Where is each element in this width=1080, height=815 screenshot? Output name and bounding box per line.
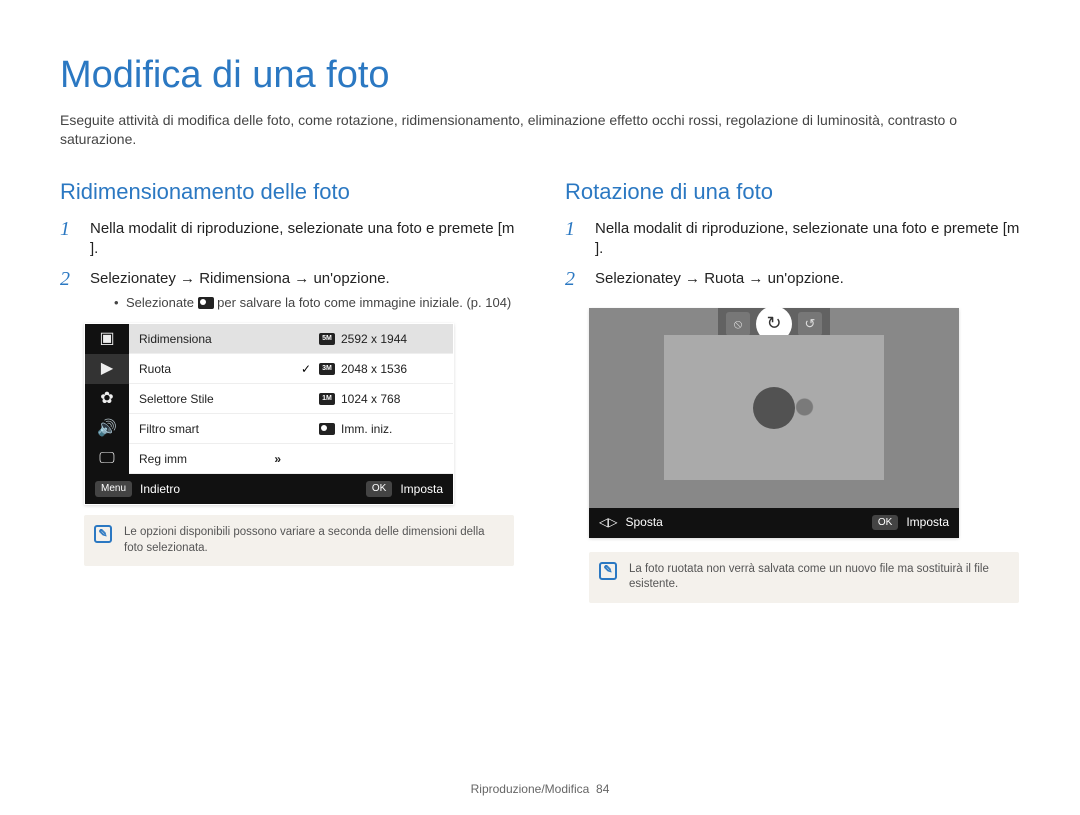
page-title: Modifica di una foto	[60, 50, 1020, 101]
sound-tab-icon: 🔊	[85, 414, 129, 444]
set-label: Imposta	[906, 514, 949, 530]
ok-tag: OK	[366, 481, 392, 497]
size-option-3m: ✓ 3M 2048 x 1536	[291, 354, 453, 384]
resize-bullet: Selezionate per salvare la foto come imm…	[114, 294, 515, 312]
camera-menu-screenshot: ▣ ▶ ✿ 🔊 🖵 Ridimensiona Ruota Selettore S…	[84, 323, 454, 505]
rotate-step-2: 2 Selezionatey → Ruota → un'opzione.	[565, 269, 1020, 289]
resize-step-1: 1 Nella modalit di riproduzione, selezio…	[60, 219, 515, 260]
camera-footer: Menu Indietro OK Imposta	[85, 474, 453, 504]
step-number: 1	[565, 219, 583, 260]
resize-section: Ridimensionamento delle foto 1 Nella mod…	[60, 177, 515, 602]
rotate-section: Rotazione di una foto 1 Nella modalit di…	[565, 177, 1020, 602]
size-option-5m: 5M 2592 x 1944	[291, 324, 453, 354]
note-icon: ✎	[599, 562, 617, 580]
step-text: Nella modalit di riproduzione, seleziona…	[595, 219, 1020, 260]
note-text: La foto ruotata non verrà salvata come u…	[629, 563, 989, 591]
menu-item-selettore-stile: Selettore Stile	[129, 384, 291, 414]
size-glyph: 5M	[319, 333, 335, 345]
camera-tab-icon: ✿	[85, 384, 129, 414]
step-text: Selezionatey → Ridimensiona → un'opzione…	[90, 269, 515, 311]
footer-section: Riproduzione/Modifica	[471, 782, 590, 796]
menu-left-col: Ridimensiona Ruota Selettore Stile Filtr…	[129, 324, 291, 474]
size-glyph: 1M	[319, 393, 335, 405]
resize-heading: Ridimensionamento delle foto	[60, 177, 515, 207]
rotate-note: ✎ La foto ruotata non verrà salvata come…	[589, 552, 1019, 603]
display-tab-icon: 🖵	[85, 444, 129, 474]
intro-text: Eseguite attività di modifica delle foto…	[60, 111, 1020, 149]
note-icon: ✎	[94, 525, 112, 543]
step-number: 2	[60, 269, 78, 311]
rotate-90ccw-icon: ↺	[798, 312, 822, 336]
step-text: Selezionatey → Ruota → un'opzione.	[595, 269, 1020, 289]
check-icon: ✓	[301, 354, 313, 384]
step-number: 1	[60, 219, 78, 260]
size-label: Imm. iniz.	[341, 414, 392, 444]
size-label: 2592 x 1944	[341, 324, 407, 354]
rotate-footer: ◁▷ Sposta OK Imposta	[589, 508, 959, 538]
size-label: 2048 x 1536	[341, 354, 407, 384]
movie-tab-icon: ▶	[85, 354, 129, 384]
camera-icon	[319, 423, 335, 435]
size-glyph: 3M	[319, 363, 335, 375]
note-text: Le opzioni disponibili possono variare a…	[124, 526, 485, 554]
menu-item-ruota: Ruota	[129, 354, 291, 384]
page-footer: Riproduzione/Modifica 84	[0, 781, 1080, 797]
menu-right-col: 5M 2592 x 1944 ✓ 3M 2048 x 1536 1M 1024 …	[291, 324, 453, 474]
back-label: Indietro	[140, 481, 180, 497]
menu-item-ridimensiona: Ridimensiona	[129, 324, 291, 354]
rotate-screenshot: ⦸ ↻ ↺ ◁▷ Sposta OK Imposta	[589, 308, 959, 538]
menu-item-filtro-smart: Filtro smart	[129, 414, 291, 444]
size-label: 1024 x 768	[341, 384, 400, 414]
empty-row	[291, 444, 453, 474]
rotate-arrow-icon	[753, 387, 795, 429]
step-number: 2	[565, 269, 583, 289]
step-text: Nella modalit di riproduzione, seleziona…	[90, 219, 515, 260]
rotate-step-1: 1 Nella modalit di riproduzione, selezio…	[565, 219, 1020, 260]
step-text-span: Selezionatey → Ridimensiona → un'opzione…	[90, 270, 390, 287]
nav-glyph: ◁▷	[599, 514, 617, 530]
resize-note: ✎ Le opzioni disponibili possono variare…	[84, 515, 514, 566]
play-tab-icon: ▣	[85, 324, 129, 354]
camera-sidebar: ▣ ▶ ✿ 🔊 🖵	[85, 324, 129, 474]
more-icon: »	[274, 444, 281, 474]
move-label: Sposta	[625, 514, 662, 530]
rotate-heading: Rotazione di una foto	[565, 177, 1020, 207]
menu-tag: Menu	[95, 481, 132, 497]
menu-label: Reg imm	[139, 444, 187, 474]
resize-step-2: 2 Selezionatey → Ridimensiona → un'opzio…	[60, 269, 515, 311]
menu-item-reg-imm: Reg imm »	[129, 444, 291, 474]
set-label: Imposta	[400, 481, 443, 497]
preview-image	[664, 335, 884, 480]
footer-page: 84	[596, 782, 609, 796]
rotate-off-icon: ⦸	[726, 312, 750, 336]
size-option-1m: 1M 1024 x 768	[291, 384, 453, 414]
camera-icon	[198, 297, 214, 309]
size-option-start-image: Imm. iniz.	[291, 414, 453, 444]
ok-tag: OK	[872, 515, 898, 531]
